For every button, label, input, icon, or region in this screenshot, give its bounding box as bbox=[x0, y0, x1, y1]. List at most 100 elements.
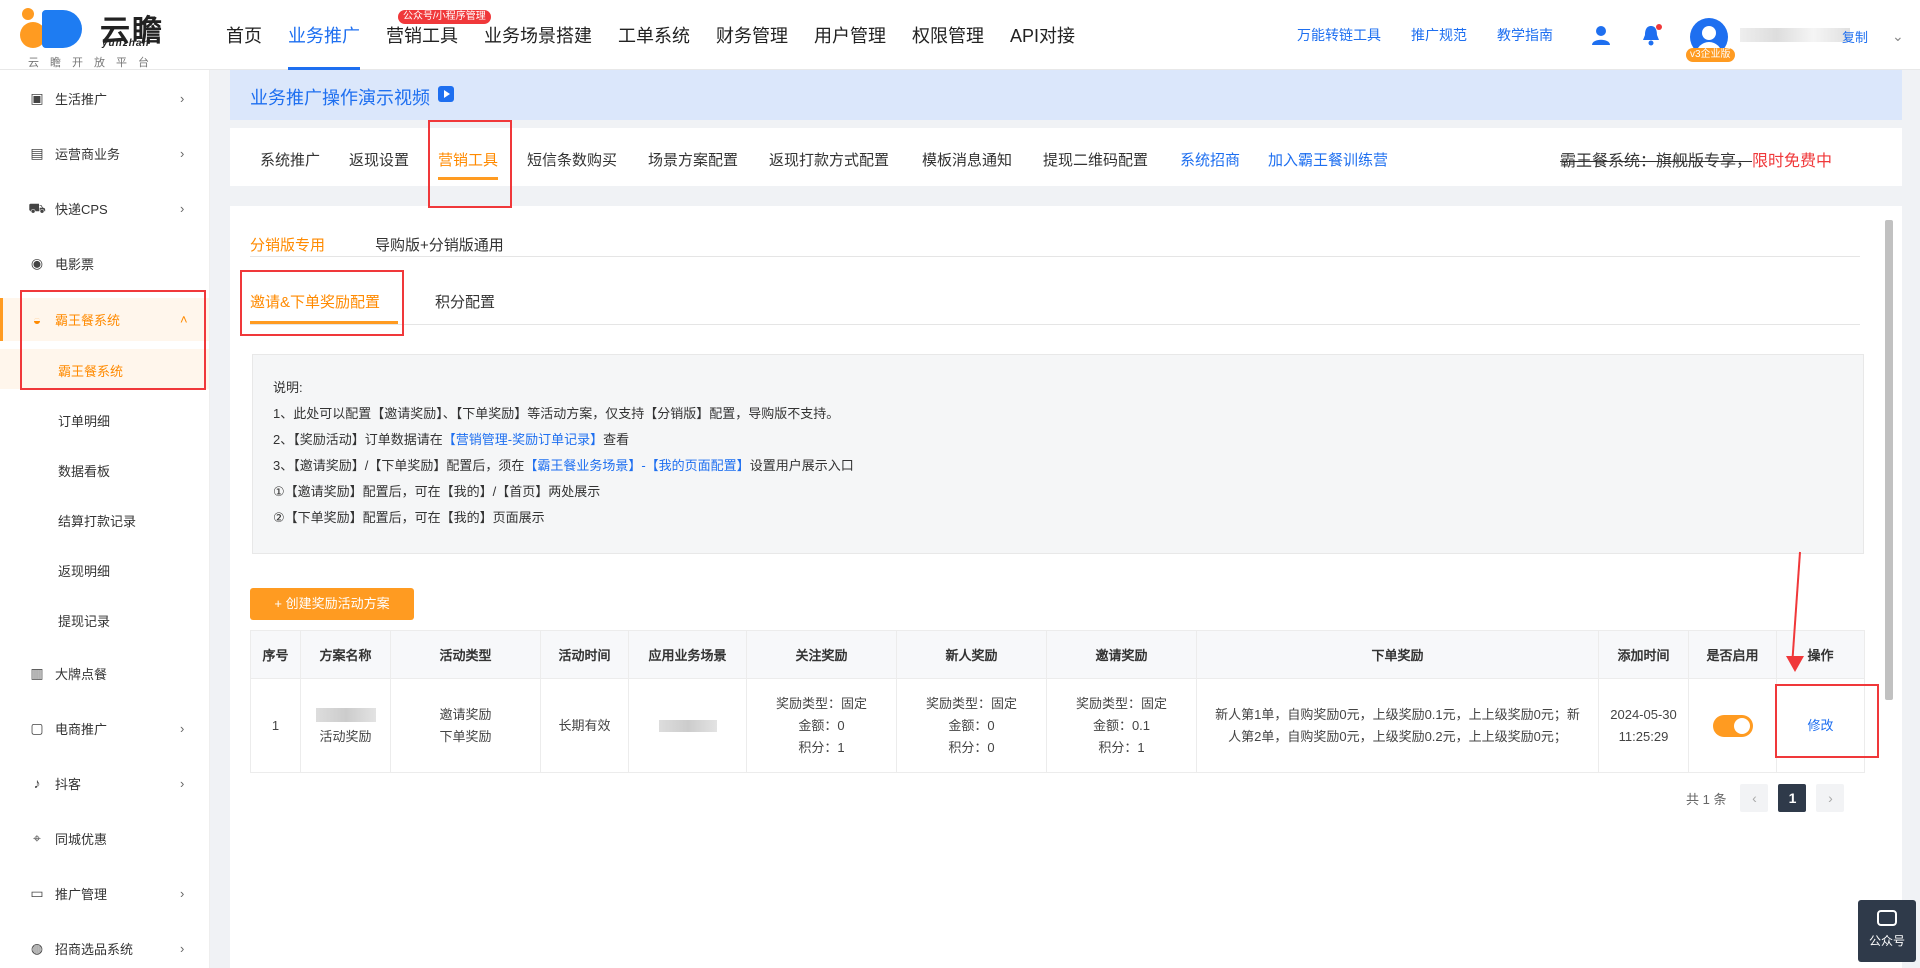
nav-ticket-system[interactable]: 工单系统 bbox=[618, 0, 690, 70]
tab-scene-config[interactable]: 场景方案配置 bbox=[648, 149, 738, 170]
user-group-icon[interactable] bbox=[1590, 24, 1612, 46]
vip-badge: v3企业版 bbox=[1686, 48, 1735, 62]
bell-icon[interactable] bbox=[1640, 24, 1662, 46]
sidebar-sub-withdrawals[interactable]: 提现记录 bbox=[0, 599, 209, 639]
note-text: 3、【邀请奖励】/【下单奖励】配置后，须在 bbox=[273, 458, 525, 473]
nav-permissions[interactable]: 权限管理 bbox=[912, 0, 984, 70]
enable-toggle[interactable] bbox=[1712, 714, 1753, 737]
tab-join-training[interactable]: 加入霸王餐训练营 bbox=[1268, 149, 1388, 170]
nav-api[interactable]: API对接 bbox=[1010, 0, 1075, 70]
sidebar-item-label: 霸王餐系统 bbox=[55, 313, 121, 328]
sidebar-sub-cashback[interactable]: 返现明细 bbox=[0, 549, 209, 589]
scrollbar[interactable] bbox=[1882, 206, 1896, 714]
col-added-time: 添加时间 bbox=[1598, 630, 1689, 679]
wechat-official-account-widget[interactable]: 公众号 bbox=[1858, 900, 1916, 962]
note-line-3: 3、【邀请奖励】/【下单奖励】配置后，须在【霸王餐业务场景】-【我的页面配置】设… bbox=[273, 455, 854, 474]
tab-guide-distribution[interactable]: 导购版+分销版通用 bbox=[375, 234, 504, 255]
tab-cashback-settings[interactable]: 返现设置 bbox=[349, 149, 409, 170]
col-order-reward: 下单奖励 bbox=[1196, 630, 1599, 679]
tab-invite-order-reward[interactable]: 邀请&下单奖励配置 bbox=[250, 291, 380, 312]
tab-system-promotion[interactable]: 系统推广 bbox=[260, 149, 320, 170]
sidebar-sub-settlement[interactable]: 结算打款记录 bbox=[0, 499, 209, 539]
logo-tagline: 云瞻开放平台 bbox=[28, 57, 160, 69]
sidebar-sub-order-details[interactable]: 订单明细 bbox=[0, 399, 209, 439]
sidebar-item-label: 快递CPS bbox=[55, 201, 108, 217]
copy-button[interactable]: 复制 bbox=[1842, 27, 1868, 46]
tab-points-config[interactable]: 积分配置 bbox=[435, 291, 495, 312]
scroll-thumb[interactable] bbox=[1885, 220, 1893, 700]
note-line-1: 1、此处可以配置【邀请奖励】、【下单奖励】等活动方案，仅支持【分销版】配置，导购… bbox=[273, 406, 840, 421]
reward-points: 积分：1 bbox=[1098, 739, 1145, 755]
link-tutorial[interactable]: 教学指南 bbox=[1497, 25, 1553, 45]
create-reward-plan-button[interactable]: + 创建奖励活动方案 bbox=[250, 588, 414, 620]
next-page-button[interactable]: › bbox=[1816, 784, 1845, 812]
chevron-right-icon: › bbox=[180, 145, 185, 161]
reward-amount: 金额：0 bbox=[948, 717, 995, 733]
nav-marketing-tools[interactable]: 营销工具 公众号/小程序管理 bbox=[386, 0, 491, 70]
edit-button[interactable]: 修改 bbox=[1807, 718, 1833, 733]
note-line-2: 2、【奖励活动】订单数据请在【营销管理-奖励订单记录】查看 bbox=[273, 429, 629, 448]
tab-system-recruit[interactable]: 系统招商 bbox=[1180, 149, 1240, 170]
cell-actions: 修改 bbox=[1776, 678, 1865, 773]
logo-en: yunzhan bbox=[102, 38, 150, 49]
total-count: 共 1 条 bbox=[1686, 791, 1727, 807]
play-icon[interactable] bbox=[438, 86, 454, 102]
nav-home[interactable]: 首页 bbox=[226, 0, 262, 70]
cell-newbie-reward: 奖励类型：固定 金额：0 积分：0 bbox=[896, 678, 1047, 773]
sidebar-item-promo-management[interactable]: ▭ 推广管理 › bbox=[0, 873, 209, 913]
tab-distribution-only[interactable]: 分销版专用 bbox=[250, 234, 325, 255]
nav-finance[interactable]: 财务管理 bbox=[716, 0, 788, 70]
prev-page-button[interactable]: ‹ bbox=[1740, 784, 1769, 812]
promo-text: 霸王餐系统：旗舰版专享，限时免费中 bbox=[1560, 147, 1832, 171]
nav-business-promotion[interactable]: 业务推广 bbox=[288, 0, 360, 70]
sidebar-item-movie-tickets[interactable]: ◉ 电影票 bbox=[0, 243, 209, 283]
nav-scene-builder[interactable]: 业务场景搭建 bbox=[484, 0, 592, 70]
tiktok-icon: ♪ bbox=[33, 775, 41, 791]
sidebar-item-carrier[interactable]: ▤ 运营商业务 › bbox=[0, 133, 209, 173]
sidebar-item-express-cps[interactable]: ⛟ 快递CPS › bbox=[0, 188, 209, 228]
link-universal-converter[interactable]: 万能转链工具 bbox=[1297, 25, 1381, 45]
sidebar-sub-free-meal-system[interactable]: 霸王餐系统 bbox=[0, 349, 209, 389]
sidebar-sub-label: 结算打款记录 bbox=[58, 514, 137, 529]
sidebar-item-douke[interactable]: ♪ 抖客 › bbox=[0, 763, 209, 803]
col-follow-reward: 关注奖励 bbox=[746, 630, 897, 679]
sidebar-item-label: 同城优惠 bbox=[55, 831, 108, 847]
tab-payout-config[interactable]: 返现打款方式配置 bbox=[769, 149, 889, 170]
sidebar-item-merchant-selection[interactable]: ◍ 招商选品系统 › bbox=[0, 928, 209, 968]
dish-icon: ◒ bbox=[32, 311, 42, 328]
divider bbox=[250, 256, 1860, 257]
sidebar-item-free-meal[interactable]: ◒ 霸王餐系统 ˄ bbox=[0, 298, 209, 341]
sidebar-item-label: 招商选品系统 bbox=[55, 941, 134, 957]
logo[interactable]: 云瞻 yunzhan 云瞻开放平台 bbox=[20, 4, 170, 69]
link-promotion-rules[interactable]: 推广规范 bbox=[1411, 25, 1467, 45]
instructions-box: 说明: 1、此处可以配置【邀请奖励】、【下单奖励】等活动方案，仅支持【分销版】配… bbox=[252, 354, 1864, 554]
page-1-button[interactable]: 1 bbox=[1778, 784, 1807, 812]
tab-marketing-tools[interactable]: 营销工具 bbox=[438, 149, 499, 180]
tab-withdraw-qrcode[interactable]: 提现二维码配置 bbox=[1043, 149, 1148, 170]
sidebar-sub-label: 数据看板 bbox=[58, 464, 111, 479]
chevron-down-icon[interactable]: ⌄ bbox=[1892, 28, 1904, 45]
promo-strike: 霸王餐系统：旗舰版专享， bbox=[1560, 153, 1753, 170]
banner-text: 业务推广操作演示视频 bbox=[250, 88, 430, 108]
table-header-row: 序号 方案名称 活动类型 活动时间 应用业务场景 关注奖励 新人奖励 邀请奖励 … bbox=[250, 630, 1865, 679]
note-title: 说明: bbox=[273, 380, 303, 395]
video-banner[interactable]: 业务推广操作演示视频 bbox=[230, 70, 1902, 120]
order-records-link[interactable]: 【营销管理-奖励订单记录】 bbox=[443, 432, 603, 447]
tab-sms-purchase[interactable]: 短信条数购买 bbox=[527, 149, 617, 170]
location-icon: ⌖ bbox=[33, 830, 41, 846]
sidebar-item-brand-ordering[interactable]: ▥ 大牌点餐 bbox=[0, 653, 209, 693]
sidebar-item-life-promotion[interactable]: ▣ 生活推广 › bbox=[0, 78, 209, 118]
chart-icon: ▥ bbox=[30, 665, 44, 681]
reward-type: 奖励类型：固定 bbox=[775, 695, 867, 711]
page-config-link[interactable]: 【霸王餐业务场景】-【我的页面配置】 bbox=[524, 458, 749, 473]
col-index: 序号 bbox=[250, 630, 301, 679]
sidebar-sub-label: 提现记录 bbox=[58, 614, 111, 629]
type-order: 下单奖励 bbox=[439, 728, 492, 744]
sidebar-item-local-deals[interactable]: ⌖ 同城优惠 bbox=[0, 818, 209, 858]
nav-users[interactable]: 用户管理 bbox=[814, 0, 886, 70]
reward-table: 序号 方案名称 活动类型 活动时间 应用业务场景 关注奖励 新人奖励 邀请奖励 … bbox=[250, 630, 1865, 773]
reward-type: 奖励类型：固定 bbox=[925, 695, 1017, 711]
sidebar-item-ecommerce[interactable]: ▢ 电商推广 › bbox=[0, 708, 209, 748]
sidebar-sub-dashboard[interactable]: 数据看板 bbox=[0, 449, 209, 489]
tab-template-messages[interactable]: 模板消息通知 bbox=[922, 149, 1012, 170]
